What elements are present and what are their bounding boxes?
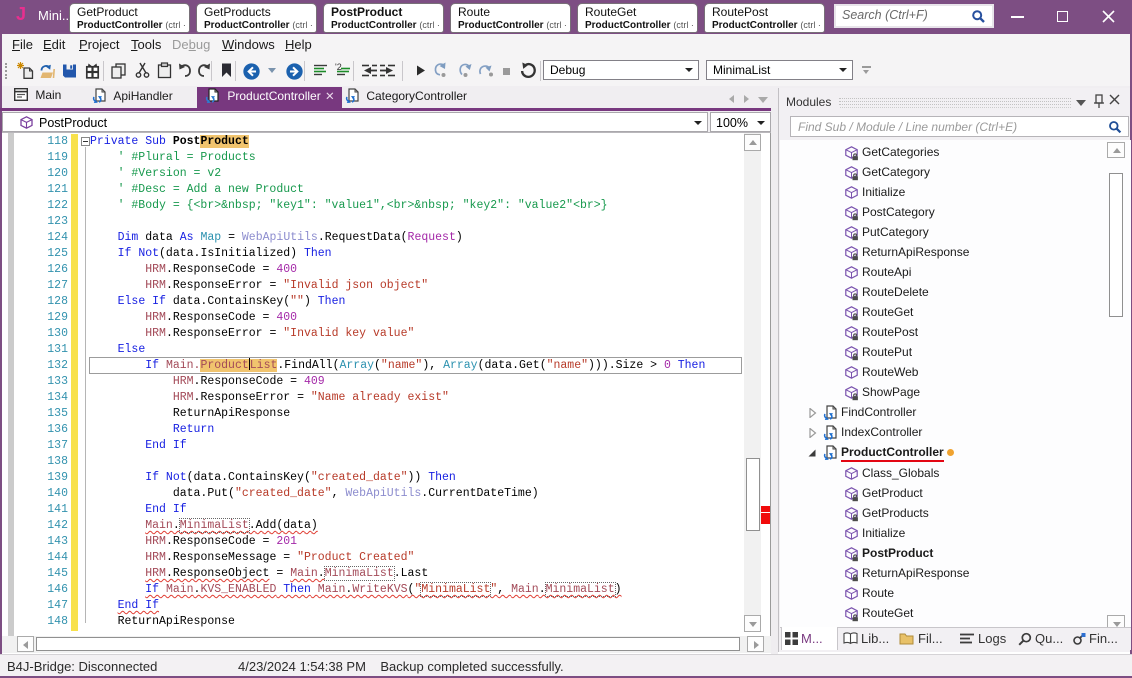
svg-text:'2: '2 — [335, 62, 342, 72]
